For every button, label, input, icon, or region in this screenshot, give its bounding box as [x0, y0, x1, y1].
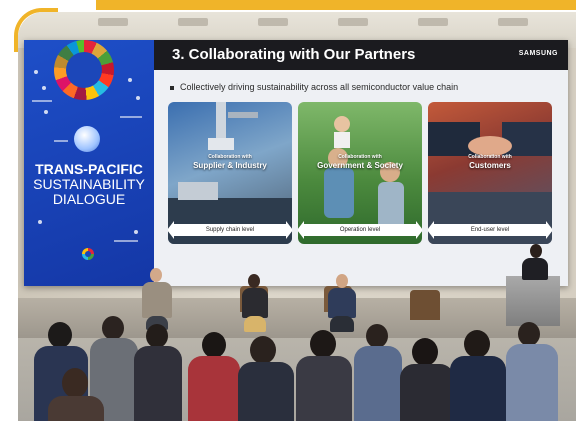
- slide-header: 3. Collaborating with Our Partners SAMSU…: [154, 40, 568, 70]
- slide: 3. Collaborating with Our Partners SAMSU…: [154, 40, 568, 286]
- card-government: Collaboration with Government & Society …: [298, 102, 422, 244]
- event-subtitle-2: DIALOGUE: [52, 191, 126, 207]
- card-2-level: Operation level: [298, 221, 422, 239]
- card-2-big: Government & Society: [317, 161, 403, 170]
- audience: [18, 312, 576, 421]
- card-2-small: Collaboration with: [338, 154, 382, 160]
- photo-frame: TRANS-PACIFIC SUSTAINABILITY DIALOGUE 3.…: [0, 0, 576, 421]
- card-supplier: Collaboration with Supplier & Industry S…: [168, 102, 292, 244]
- sdg-wheel-icon: [54, 40, 114, 100]
- card-3-level: End-user level: [428, 221, 552, 239]
- card-1-level: Supply chain level: [168, 221, 292, 239]
- sdg-small-icon: [82, 248, 94, 260]
- card-customers: Collaboration with Customers End-user le…: [428, 102, 552, 244]
- card-3-small: Collaboration with: [468, 154, 512, 160]
- presentation-screen: TRANS-PACIFIC SUSTAINABILITY DIALOGUE 3.…: [24, 40, 568, 286]
- event-subtitle-1: SUSTAINABILITY: [33, 176, 145, 192]
- slide-title: 3. Collaborating with Our Partners: [172, 46, 416, 63]
- event-branding-panel: TRANS-PACIFIC SUSTAINABILITY DIALOGUE: [24, 40, 154, 286]
- card-3-big: Customers: [469, 161, 511, 170]
- bullet-icon: [170, 85, 174, 90]
- event-title: TRANS-PACIFIC: [35, 161, 143, 177]
- samsung-logo: SAMSUNG: [518, 50, 558, 57]
- accent-bar: [96, 0, 576, 10]
- card-1-big: Supplier & Industry: [193, 161, 267, 170]
- conference-photo: TRANS-PACIFIC SUSTAINABILITY DIALOGUE 3.…: [18, 12, 576, 421]
- slide-bullet: Collectively driving sustainability acro…: [170, 82, 458, 92]
- globe-icon: [74, 126, 100, 152]
- card-1-small: Collaboration with: [208, 154, 252, 160]
- slide-bullet-text: Collectively driving sustainability acro…: [180, 82, 459, 92]
